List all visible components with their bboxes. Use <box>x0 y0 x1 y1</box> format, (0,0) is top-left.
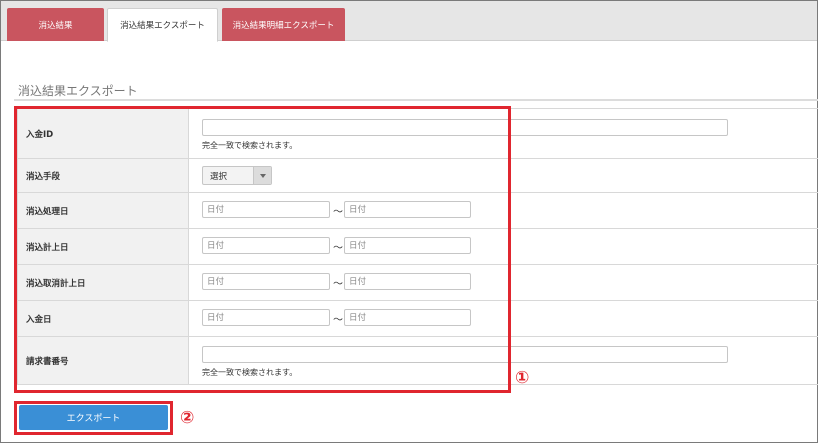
tab-reconcile-results-export[interactable]: 消込結果エクスポート <box>107 8 218 42</box>
callout-1: ① <box>515 368 530 388</box>
deposit-date-from-input[interactable] <box>202 309 330 326</box>
deposit-id-field-cell: 完全一致で検索されます。 <box>190 109 818 158</box>
range-separator: ～ <box>333 243 343 254</box>
cancel-record-date-from-input[interactable] <box>202 273 330 290</box>
cancel-record-date-field-cell: ～ <box>190 265 818 300</box>
invoice-no-input[interactable] <box>202 346 728 363</box>
record-date-from-input[interactable] <box>202 237 330 254</box>
title-divider <box>14 99 818 101</box>
record-date-label: 消込計上日 <box>17 229 189 264</box>
invoice-no-label: 請求書番号 <box>17 337 189 384</box>
tab-bar: 消込結果 消込結果エクスポート 消込結果明細エクスポート <box>1 1 817 42</box>
deposit-id-input[interactable] <box>202 119 728 136</box>
chevron-down-icon <box>259 173 266 178</box>
row-deposit-id: 入金ID 完全一致で検索されます。 <box>17 109 818 159</box>
export-button[interactable]: エクスポート <box>19 405 168 430</box>
deposit-id-hint: 完全一致で検索されます。 <box>202 141 298 150</box>
range-separator: ～ <box>333 315 343 326</box>
dropdown-arrow-box <box>253 167 271 184</box>
callout-2: ② <box>180 408 195 428</box>
invoice-no-hint: 完全一致で検索されます。 <box>202 368 298 377</box>
deposit-date-field-cell: ～ <box>190 301 818 336</box>
process-date-field-cell: ～ <box>190 193 818 228</box>
tab-reconcile-details-export[interactable]: 消込結果明細エクスポート <box>222 8 345 41</box>
method-field-cell: 選択 <box>190 159 818 192</box>
search-form: 入金ID 完全一致で検索されます。 消込手段 選択 消込処理日 ～ 消込計上日 … <box>17 108 818 385</box>
row-cancel-record-date: 消込取消計上日 ～ <box>17 265 818 301</box>
row-method: 消込手段 選択 <box>17 159 818 193</box>
tab-reconcile-results[interactable]: 消込結果 <box>7 8 104 41</box>
cancel-record-date-label: 消込取消計上日 <box>17 265 189 300</box>
row-deposit-date: 入金日 ～ <box>17 301 818 337</box>
range-separator: ～ <box>333 207 343 218</box>
page-title: 消込結果エクスポート <box>18 84 138 98</box>
row-record-date: 消込計上日 ～ <box>17 229 818 265</box>
record-date-to-input[interactable] <box>344 237 471 254</box>
row-process-date: 消込処理日 ～ <box>17 193 818 229</box>
deposit-date-label: 入金日 <box>17 301 189 336</box>
deposit-date-to-input[interactable] <box>344 309 471 326</box>
invoice-no-field-cell: 完全一致で検索されます。 <box>190 337 818 384</box>
row-invoice-no: 請求書番号 完全一致で検索されます。 <box>17 337 818 385</box>
range-separator: ～ <box>333 279 343 290</box>
deposit-id-label: 入金ID <box>17 109 189 158</box>
cancel-record-date-to-input[interactable] <box>344 273 471 290</box>
method-select[interactable]: 選択 <box>202 166 272 185</box>
method-select-value: 選択 <box>210 171 228 182</box>
process-date-label: 消込処理日 <box>17 193 189 228</box>
method-label: 消込手段 <box>17 159 189 192</box>
record-date-field-cell: ～ <box>190 229 818 264</box>
process-date-to-input[interactable] <box>344 201 471 218</box>
process-date-from-input[interactable] <box>202 201 330 218</box>
